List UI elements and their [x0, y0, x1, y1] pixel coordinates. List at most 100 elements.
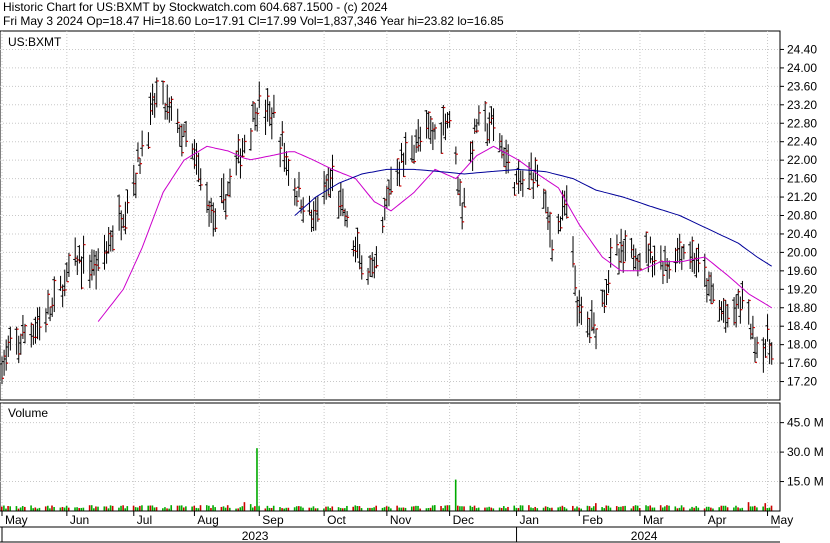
- volume-bar: [193, 505, 196, 511]
- volume-bar: [220, 506, 223, 511]
- volume-bar: [634, 505, 637, 511]
- volume-tick-label: 45.0 M: [787, 416, 824, 430]
- volume-bar: [387, 506, 390, 511]
- volume-bar: [653, 507, 656, 511]
- volume-bar: [222, 506, 225, 511]
- volume-bar: [666, 505, 668, 511]
- volume-bar: [147, 505, 150, 511]
- volume-bar: [528, 505, 530, 511]
- volume-bar: [576, 506, 578, 511]
- chart-page: Historic Chart for US:BXMT by Stockwatch…: [0, 0, 830, 543]
- volume-bar: [544, 506, 547, 511]
- symbol-label: US:BXMT: [8, 35, 62, 49]
- volume-bar: [413, 506, 415, 511]
- price-tick-label: 21.20: [787, 190, 817, 204]
- volume-bar: [486, 507, 488, 511]
- month-label: May: [771, 513, 794, 527]
- volume-bar: [30, 505, 32, 511]
- volume-bar: [674, 506, 677, 511]
- volume-bar: [44, 506, 47, 511]
- month-labels: May Jun Jul Aug Sep Oct Nov Dec Jan Feb Mar Apr May: [1, 511, 794, 527]
- month-label: May: [5, 513, 28, 527]
- volume-bar: [164, 507, 166, 511]
- volume-bar: [417, 505, 419, 511]
- price-tick-label: 20.40: [787, 227, 817, 241]
- volume-bar: [300, 506, 302, 511]
- volume-bar: [620, 506, 622, 511]
- volume-bar: [295, 506, 298, 511]
- volume-bar: [502, 506, 505, 511]
- price-tick-label: 18.40: [787, 319, 817, 333]
- volume-bar: [695, 506, 698, 511]
- volume-bar: [477, 507, 480, 511]
- volume-bar: [7, 505, 9, 511]
- volume-bar: [595, 503, 597, 511]
- volume-bar: [632, 506, 635, 511]
- volume-bar: [649, 505, 652, 511]
- volume-bar: [668, 505, 670, 511]
- volume-bar: [3, 505, 5, 511]
- volume-bar: [105, 506, 108, 511]
- volume-bar: [756, 507, 758, 511]
- year-label: 2023: [242, 529, 269, 543]
- volume-bar: [331, 506, 334, 511]
- volume-bar: [109, 505, 112, 511]
- volume-bar: [448, 505, 451, 511]
- price-tick-label: 18.00: [787, 338, 817, 352]
- volume-bar: [534, 506, 536, 511]
- volume-bar: [507, 506, 509, 511]
- volume-bar: [254, 506, 256, 511]
- volume-bar: [469, 505, 472, 511]
- volume-bar: [47, 505, 49, 511]
- volume-bar: [691, 506, 693, 511]
- volume-bar: [120, 505, 122, 511]
- month-label: Nov: [390, 513, 411, 527]
- volume-bar: [293, 507, 296, 511]
- volume-bar: [141, 505, 143, 511]
- volume-bar: [473, 505, 476, 511]
- volume-bar: [97, 506, 99, 511]
- volume-bar: [659, 505, 662, 511]
- month-label: Oct: [327, 513, 346, 527]
- volume-bar: [546, 506, 549, 511]
- volume-bar: [226, 505, 229, 511]
- volume-bar: [454, 479, 457, 511]
- volume-bar: [402, 507, 405, 511]
- volume-bar: [182, 507, 185, 511]
- price-tick-label: 17.60: [787, 356, 817, 370]
- volume-bar: [735, 505, 737, 511]
- volume-axis-ticks: 15.0 M 30.0 M 45.0 M: [780, 416, 824, 489]
- volume-bar: [19, 507, 22, 511]
- year-labels: 2023 2024: [1, 527, 658, 543]
- volume-bar: [718, 507, 721, 511]
- volume-bar: [298, 506, 300, 511]
- volume-tick-label: 30.0 M: [787, 445, 824, 459]
- price-tick-label: 20.00: [787, 245, 817, 259]
- volume-bar: [9, 506, 11, 511]
- volume-bar: [726, 507, 729, 511]
- volume-bar: [34, 507, 37, 511]
- volume-bar: [513, 505, 516, 511]
- volume-bar: [749, 506, 752, 511]
- volume-bar: [557, 507, 559, 511]
- volume-bar: [67, 507, 70, 511]
- price-axis-ticks: 17.20 17.60 18.00 18.40 18.80 19.20 19.60 20.00…: [780, 42, 817, 389]
- price-tick-label: 22.80: [787, 116, 817, 130]
- volume-bar: [410, 506, 413, 511]
- volume-bar: [90, 505, 93, 511]
- volume-bar: [636, 505, 639, 511]
- volume-bar: [325, 506, 327, 511]
- volume-bar: [151, 505, 154, 511]
- volume-bar: [312, 506, 315, 511]
- volume-bar: [601, 507, 603, 511]
- volume-bar: [243, 502, 246, 511]
- volume-bar: [592, 506, 595, 511]
- volume-bar: [747, 502, 750, 511]
- volume-bar: [605, 505, 608, 511]
- volume-bar: [111, 505, 114, 511]
- volume-bar: [764, 503, 767, 511]
- volume-bar: [59, 507, 62, 511]
- volume-bar: [572, 505, 574, 511]
- volume-bar: [751, 506, 754, 511]
- volume-bar: [153, 507, 156, 511]
